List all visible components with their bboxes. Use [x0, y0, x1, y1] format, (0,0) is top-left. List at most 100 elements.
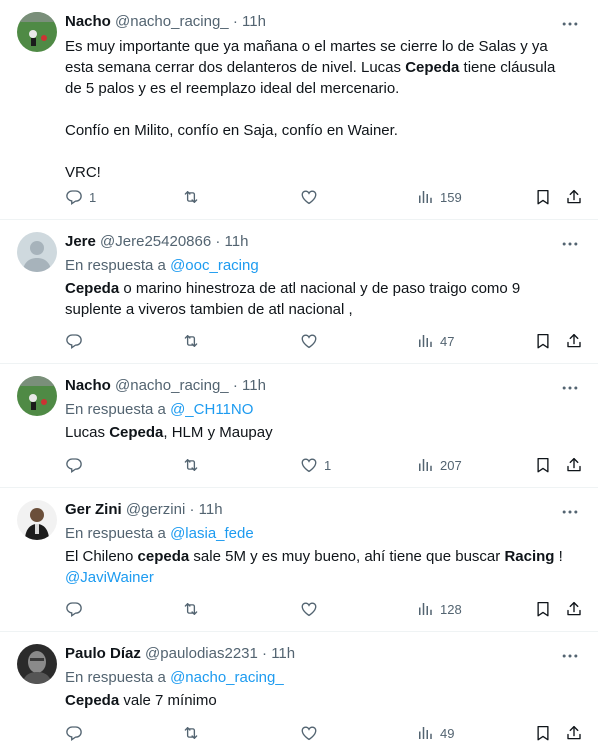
tweet-header: Jere @Jere25420866 · 11h [65, 232, 248, 252]
share-button[interactable] [565, 455, 583, 475]
retweet-button[interactable] [182, 455, 200, 475]
share-icon [565, 724, 583, 742]
retweet-icon [182, 332, 200, 350]
reply-handle-link[interactable]: @lasia_fede [170, 525, 254, 542]
timestamp[interactable]: 11h [199, 501, 223, 518]
tweet[interactable]: Ger Zini @gerzini · 11h En respuesta a @… [0, 488, 598, 632]
reply-icon [65, 724, 83, 742]
reply-handle-link[interactable]: @_CH11NO [170, 401, 253, 418]
views-count: 49 [440, 725, 455, 741]
share-icon [565, 332, 583, 350]
reply-button[interactable] [65, 455, 83, 475]
more-icon[interactable] [560, 646, 580, 666]
avatar[interactable] [17, 232, 57, 272]
avatar[interactable] [17, 500, 57, 540]
bookmark-icon [534, 456, 552, 474]
like-button[interactable] [300, 723, 318, 743]
views-button[interactable]: 49 [416, 723, 454, 743]
avatar[interactable] [17, 12, 57, 52]
like-button[interactable] [300, 187, 318, 207]
more-icon[interactable] [560, 378, 580, 398]
mention-link[interactable]: @JaviWainer [65, 569, 154, 586]
reply-button[interactable] [65, 599, 83, 619]
bookmark-button[interactable] [534, 331, 552, 351]
reply-context: En respuesta a @ooc_racing [65, 256, 259, 276]
views-icon [416, 188, 434, 206]
retweet-icon [182, 456, 200, 474]
bookmark-button[interactable] [534, 187, 552, 207]
retweet-button[interactable] [182, 187, 200, 207]
views-button[interactable]: 128 [416, 599, 462, 619]
timestamp[interactable]: 11h [225, 233, 249, 250]
separator-dot: · [262, 645, 268, 662]
separator-dot: · [232, 13, 238, 30]
tweet[interactable]: Nacho @nacho_racing_ · 11h En respuesta … [0, 364, 598, 488]
user-handle[interactable]: @paulodias2231 [145, 645, 258, 662]
avatar[interactable] [17, 644, 57, 684]
tweet-text: Cepeda o marino hinestroza de atl nacion… [65, 280, 521, 318]
tweet[interactable]: Paulo Díaz @paulodias2231 · 11h En respu… [0, 632, 598, 746]
display-name[interactable]: Paulo Díaz [65, 645, 141, 662]
reply-icon [65, 332, 83, 350]
reply-button[interactable]: 1 [65, 187, 96, 207]
separator-dot: · [215, 233, 221, 250]
tweet-header: Nacho @nacho_racing_ · 11h [65, 12, 266, 32]
bookmark-button[interactable] [534, 599, 552, 619]
like-button[interactable]: 1 [300, 455, 331, 475]
tweet-actions: 128 [65, 599, 585, 619]
user-handle[interactable]: @nacho_racing_ [115, 13, 229, 30]
views-button[interactable]: 207 [416, 455, 462, 475]
share-button[interactable] [565, 599, 583, 619]
share-button[interactable] [565, 187, 583, 207]
reply-button[interactable] [65, 331, 83, 351]
timestamp[interactable]: 11h [242, 377, 266, 394]
retweet-button[interactable] [182, 599, 200, 619]
views-count: 128 [440, 601, 462, 617]
bookmark-button[interactable] [534, 723, 552, 743]
reply-button[interactable] [65, 723, 83, 743]
share-button[interactable] [565, 723, 583, 743]
tweet-actions: 1 159 [65, 187, 585, 207]
retweet-button[interactable] [182, 331, 200, 351]
bookmark-icon [534, 332, 552, 350]
like-button[interactable] [300, 599, 318, 619]
share-button[interactable] [565, 331, 583, 351]
bookmark-button[interactable] [534, 455, 552, 475]
views-icon [416, 600, 434, 618]
reply-context: En respuesta a @_CH11NO [65, 400, 253, 420]
reply-label: En respuesta a [65, 401, 166, 418]
avatar[interactable] [17, 376, 57, 416]
like-button[interactable] [300, 331, 318, 351]
views-button[interactable]: 159 [416, 187, 462, 207]
reply-icon [65, 188, 83, 206]
retweet-button[interactable] [182, 723, 200, 743]
tweet-header: Ger Zini @gerzini · 11h [65, 500, 223, 520]
retweet-icon [182, 724, 200, 742]
tweet-text: Lucas Cepeda, HLM y Maupay [65, 424, 273, 441]
more-icon[interactable] [560, 502, 580, 522]
user-handle[interactable]: @nacho_racing_ [115, 377, 229, 394]
tweet[interactable]: Jere @Jere25420866 · 11h En respuesta a … [0, 220, 598, 364]
more-icon[interactable] [560, 14, 580, 34]
views-button[interactable]: 47 [416, 331, 454, 351]
reply-label: En respuesta a [65, 669, 166, 686]
display-name[interactable]: Ger Zini [65, 501, 122, 518]
tweet-header: Nacho @nacho_racing_ · 11h [65, 376, 266, 396]
tweet-text: El Chileno cepeda sale 5M y es muy bueno… [65, 548, 563, 586]
user-handle[interactable]: @gerzini [126, 501, 185, 518]
reply-handle-link[interactable]: @nacho_racing_ [170, 669, 284, 686]
views-icon [416, 456, 434, 474]
display-name[interactable]: Jere [65, 233, 96, 250]
heart-icon [300, 600, 318, 618]
timestamp[interactable]: 11h [242, 13, 266, 30]
display-name[interactable]: Nacho [65, 13, 111, 30]
tweet-actions: 47 [65, 331, 585, 351]
more-icon[interactable] [560, 234, 580, 254]
timestamp[interactable]: 11h [271, 645, 295, 662]
display-name[interactable]: Nacho [65, 377, 111, 394]
tweet-text: Cepeda vale 7 mínimo [65, 692, 217, 709]
tweet[interactable]: Nacho @nacho_racing_ · 11h Es muy import… [0, 0, 598, 220]
user-handle[interactable]: @Jere25420866 [100, 233, 211, 250]
reply-handle-link[interactable]: @ooc_racing [170, 257, 259, 274]
reply-label: En respuesta a [65, 257, 166, 274]
